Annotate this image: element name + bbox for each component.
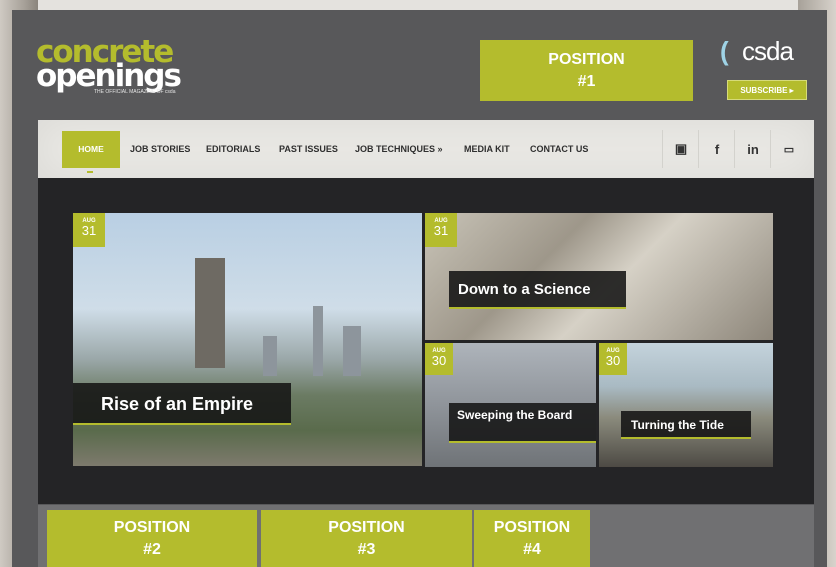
ad-position-1[interactable]: POSITION #1 <box>480 40 693 101</box>
story-title[interactable]: Sweeping the Board <box>449 403 596 443</box>
date-day: 31 <box>81 223 97 238</box>
youtube-icon[interactable]: ▭ <box>770 130 807 168</box>
csda-mark-icon: ( <box>720 36 729 66</box>
story-tile-turning-the-tide[interactable]: AUG 30 Turning the Tide <box>599 343 773 467</box>
skyline-detail <box>263 336 277 376</box>
bridge-image-detail <box>195 258 225 368</box>
logo-tagline: THE OFFICIAL MAGAZINE OF csda <box>94 89 176 95</box>
date-badge: AUG 31 <box>73 213 105 247</box>
ad-position-4[interactable]: POSITION #4 <box>474 510 590 567</box>
ad-label: POSITION <box>493 518 571 536</box>
ad-number: #4 <box>523 540 541 558</box>
ad-position-2[interactable]: POSITION #2 <box>47 510 257 567</box>
date-day: 31 <box>433 223 449 238</box>
main-nav: HOME JOB STORIES EDITORIALS PAST ISSUES … <box>38 120 814 178</box>
ad-number: #2 <box>143 540 161 558</box>
story-tile-sweeping-the-board[interactable]: AUG 30 Sweeping the Board <box>425 343 596 467</box>
nav-item-job-stories[interactable]: JOB STORIES <box>130 144 190 154</box>
date-day: 30 <box>431 353 447 368</box>
active-indicator <box>87 171 93 173</box>
ad-label: POSITION <box>113 518 191 536</box>
date-day: 30 <box>605 353 621 368</box>
csda-wordmark: csda <box>742 36 794 66</box>
nav-item-label: HOME <box>78 144 104 154</box>
csda-logo[interactable]: ( csda <box>720 36 816 66</box>
nav-item-editorials[interactable]: EDITORIALS <box>206 144 260 154</box>
story-tile-down-to-a-science[interactable]: AUG 31 Down to a Science <box>425 213 773 340</box>
instagram-icon[interactable]: ▣ <box>662 130 699 168</box>
story-title[interactable]: Rise of an Empire <box>73 383 291 425</box>
date-badge: AUG 31 <box>425 213 457 247</box>
ad-position-3[interactable]: POSITION #3 <box>261 510 472 567</box>
ad-label: POSITION <box>548 50 625 68</box>
nav-item-home[interactable]: HOME <box>62 131 120 173</box>
linkedin-icon[interactable]: in <box>734 130 771 168</box>
skyline-detail <box>343 326 361 376</box>
site-logo[interactable]: concrete openings THE OFFICIAL MAGAZINE … <box>36 37 206 100</box>
ad-label: POSITION <box>328 518 405 536</box>
subscribe-button[interactable]: SUBSCRIBE ▸ <box>727 80 807 100</box>
story-tile-rise-of-an-empire[interactable]: AUG 31 Rise of an Empire <box>73 213 422 466</box>
nav-item-past-issues[interactable]: PAST ISSUES <box>279 144 338 154</box>
date-badge: AUG 30 <box>599 343 627 375</box>
skyline-detail <box>313 306 323 376</box>
nav-item-contact-us[interactable]: CONTACT US <box>530 144 588 154</box>
nav-item-job-techniques[interactable]: JOB TECHNIQUES » <box>355 144 443 154</box>
logo-line-2: openings <box>36 58 182 94</box>
page-top-strip <box>0 0 836 10</box>
date-badge: AUG 30 <box>425 343 453 375</box>
ad-number: #1 <box>577 72 596 90</box>
story-title[interactable]: Turning the Tide <box>621 411 751 439</box>
story-title[interactable]: Down to a Science <box>449 271 626 309</box>
nav-item-media-kit[interactable]: MEDIA KIT <box>464 144 510 154</box>
facebook-icon[interactable]: f <box>698 130 735 168</box>
ad-number: #3 <box>357 540 376 558</box>
